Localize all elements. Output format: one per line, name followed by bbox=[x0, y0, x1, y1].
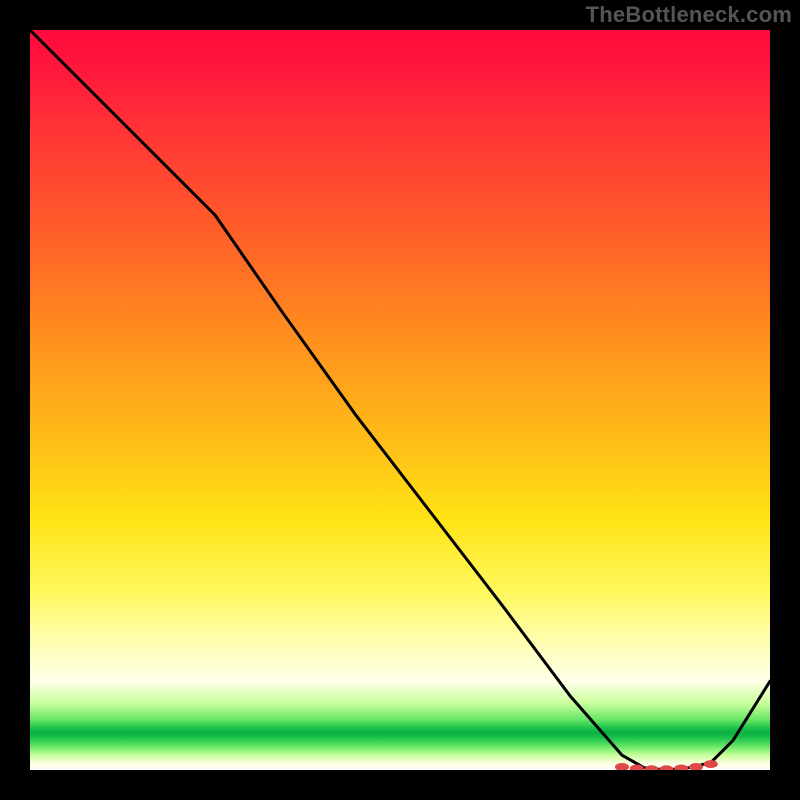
curve-line bbox=[30, 30, 770, 770]
chart-stage: TheBottleneck.com bbox=[0, 0, 800, 800]
plot-overlay bbox=[30, 30, 770, 770]
plot-area bbox=[30, 30, 770, 770]
marker-dot bbox=[704, 760, 718, 768]
marker-dot bbox=[645, 765, 659, 770]
marker-dot bbox=[659, 765, 673, 770]
marker-dot bbox=[674, 765, 688, 771]
watermark-text: TheBottleneck.com bbox=[586, 2, 792, 28]
marker-dot bbox=[615, 763, 629, 770]
